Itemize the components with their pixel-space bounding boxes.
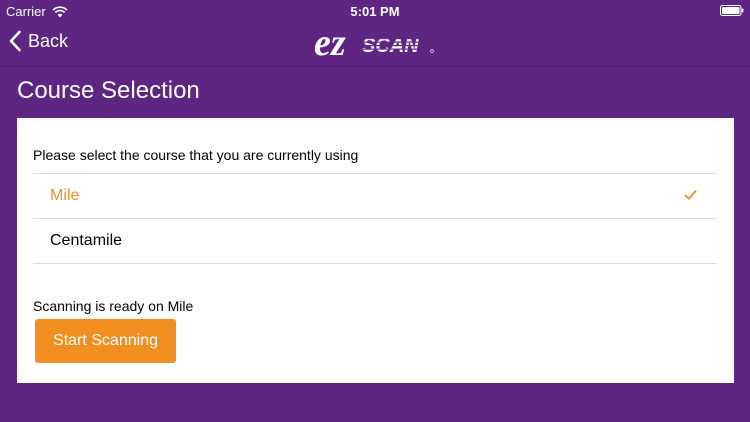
ezscan-logo: SCAN ez SCAN	[314, 22, 434, 64]
start-scanning-button[interactable]: Start Scanning	[35, 319, 176, 363]
back-chevron-icon	[9, 30, 21, 52]
course-option-label: Centamile	[50, 232, 123, 249]
course-list: Mile Centamile	[33, 173, 717, 264]
scanning-status-text: Scanning is ready on Mile	[33, 298, 194, 314]
course-selection-card: Please select the course that you are cu…	[17, 118, 734, 383]
page-title: Course Selection	[17, 77, 200, 104]
course-prompt: Please select the course that you are cu…	[33, 147, 359, 163]
logo-ez-text: ez	[314, 22, 346, 64]
navigation-bar: Back SCAN ez SCAN	[0, 22, 750, 67]
status-bar: Carrier 5:01 PM	[0, 0, 750, 22]
course-option-mile[interactable]: Mile	[33, 174, 717, 219]
checkmark-icon	[684, 190, 697, 200]
back-button[interactable]: Back	[8, 30, 68, 52]
back-label: Back	[28, 30, 69, 51]
status-time: 5:01 PM	[350, 4, 400, 19]
course-option-centamile[interactable]: Centamile	[33, 219, 717, 264]
battery-icon	[720, 5, 744, 16]
course-option-label: Mile	[50, 187, 80, 204]
